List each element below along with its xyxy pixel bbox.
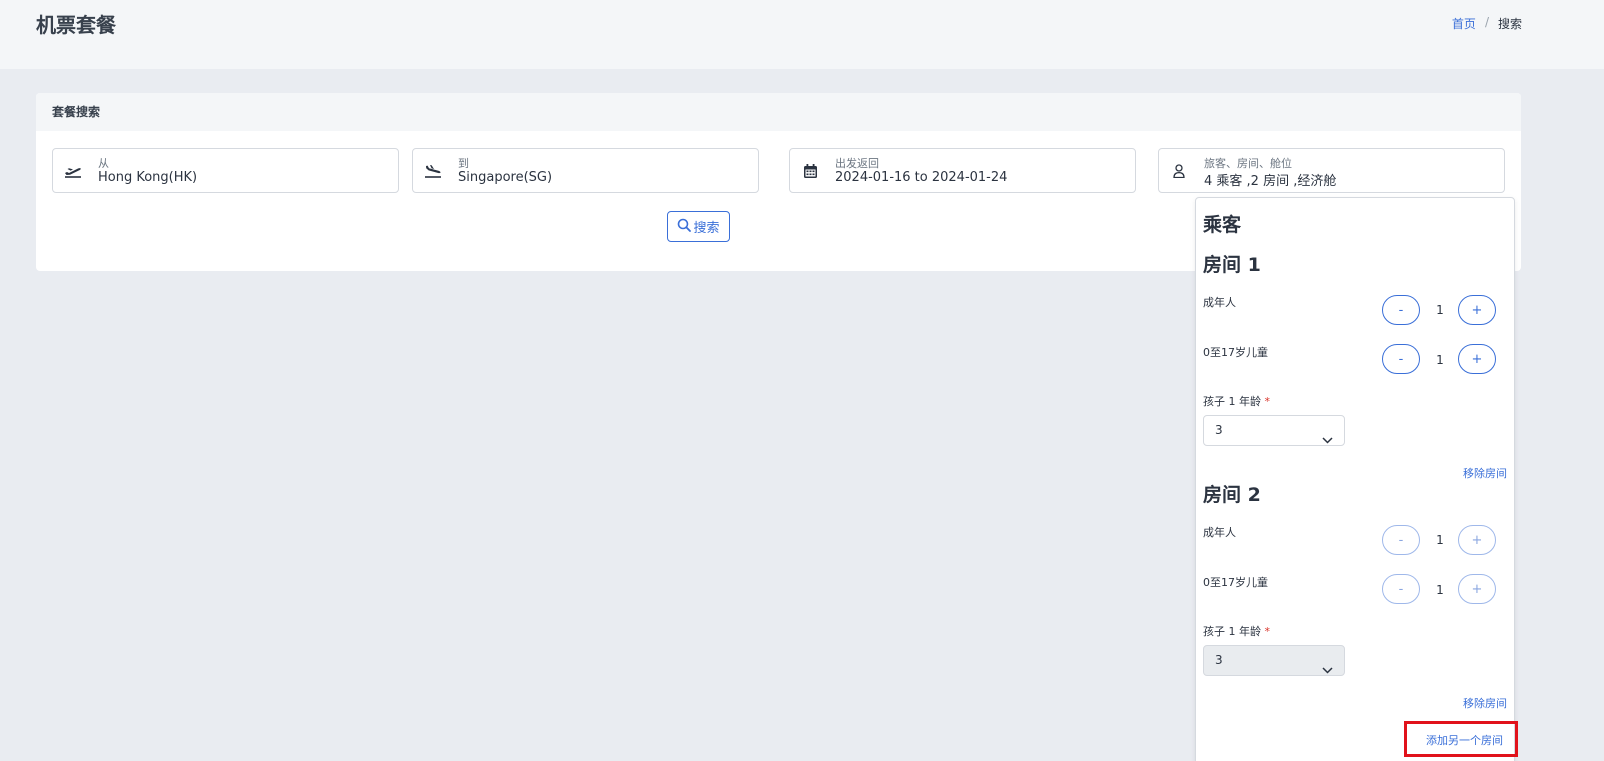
search-button-label: 搜索	[693, 221, 720, 236]
required-marker: *	[1264, 625, 1271, 638]
card-title: 套餐搜索	[36, 93, 1521, 131]
room-1-children-minus-button[interactable]: -	[1382, 344, 1420, 374]
room-2-children-plus-button[interactable]: +	[1458, 574, 1496, 604]
from-value: Hong Kong(HK)	[98, 170, 198, 185]
add-another-room-link[interactable]: 添加另一个房间	[1426, 732, 1503, 748]
plane-landing-icon	[423, 162, 443, 180]
search-icon	[677, 218, 692, 236]
room-2-children-minus-button[interactable]: -	[1382, 574, 1420, 604]
room-1-child-age-label-text: 孩子 1 年龄	[1203, 395, 1261, 408]
breadcrumb-separator: /	[1484, 15, 1489, 29]
page-title: 机票套餐	[36, 13, 116, 37]
room-2-title: 房间 2	[1203, 484, 1261, 506]
search-button[interactable]: 搜索	[667, 211, 730, 242]
room-2-children-label: 0至17岁儿童	[1203, 576, 1268, 589]
chevron-down-icon	[1322, 656, 1333, 685]
from-label: 从	[98, 157, 109, 170]
room-1-remove-link[interactable]: 移除房间	[1463, 465, 1507, 481]
room-1-children-label: 0至17岁儿童	[1203, 346, 1268, 359]
dates-label: 出发返回	[835, 157, 879, 170]
breadcrumb-home-link[interactable]: 首页	[1452, 15, 1476, 32]
from-field[interactable]: 从 Hong Kong(HK)	[52, 148, 399, 193]
room-2-remove-link[interactable]: 移除房间	[1463, 695, 1507, 711]
chevron-down-icon	[1322, 426, 1333, 455]
room-2-child-age-label-text: 孩子 1 年龄	[1203, 625, 1261, 638]
to-label: 到	[458, 157, 469, 170]
room-1-children-plus-button[interactable]: +	[1458, 344, 1496, 374]
room-1-child-age-value: 3	[1215, 423, 1223, 437]
dates-field[interactable]: 出发返回 2024-01-16 to 2024-01-24	[789, 148, 1136, 193]
dropdown-title: 乘客	[1203, 214, 1242, 236]
to-field[interactable]: 到 Singapore(SG)	[412, 148, 759, 193]
room-2-adults-plus-button[interactable]: +	[1458, 525, 1496, 555]
room-1-adults-minus-button[interactable]: -	[1382, 295, 1420, 325]
calendar-icon	[800, 162, 820, 180]
room-2-children-count: 1	[1436, 583, 1444, 597]
room-1-adults-count: 1	[1436, 303, 1444, 317]
top-header: 机票套餐 首页 / 搜索	[0, 0, 1604, 69]
person-icon	[1169, 162, 1189, 180]
room-2-adults-label: 成年人	[1203, 526, 1236, 539]
room-2-child-age-value: 3	[1215, 653, 1223, 667]
breadcrumb: 首页 / 搜索	[1452, 15, 1522, 32]
room-2-child-age-label: 孩子 1 年龄 *	[1203, 623, 1270, 639]
room-1-adults-plus-button[interactable]: +	[1458, 295, 1496, 325]
travelers-dropdown: 乘客 房间 1 成年人 - 1 + 0至17岁儿童 - 1 + 孩子 1 年龄 …	[1195, 197, 1518, 761]
room-1-child-age-select[interactable]: 3	[1203, 415, 1345, 446]
travelers-field[interactable]: 旅客、房间、舱位 4 乘客 ,2 房间 ,经济舱	[1158, 148, 1505, 193]
breadcrumb-current: 搜索	[1497, 17, 1522, 31]
travelers-value: 4 乘客 ,2 房间 ,经济舱	[1204, 174, 1337, 189]
room-1-title: 房间 1	[1203, 254, 1261, 276]
room-1-children-count: 1	[1436, 353, 1444, 367]
room-2-adults-minus-button[interactable]: -	[1382, 525, 1420, 555]
dates-value: 2024-01-16 to 2024-01-24	[835, 170, 1008, 185]
room-1-child-age-label: 孩子 1 年龄 *	[1203, 393, 1270, 409]
plane-takeoff-icon	[63, 162, 83, 180]
room-2-adults-count: 1	[1436, 533, 1444, 547]
travelers-label: 旅客、房间、舱位	[1204, 157, 1292, 170]
room-2-child-age-select[interactable]: 3	[1203, 645, 1345, 676]
to-value: Singapore(SG)	[458, 170, 553, 185]
required-marker: *	[1264, 395, 1271, 408]
room-1-adults-label: 成年人	[1203, 296, 1236, 309]
